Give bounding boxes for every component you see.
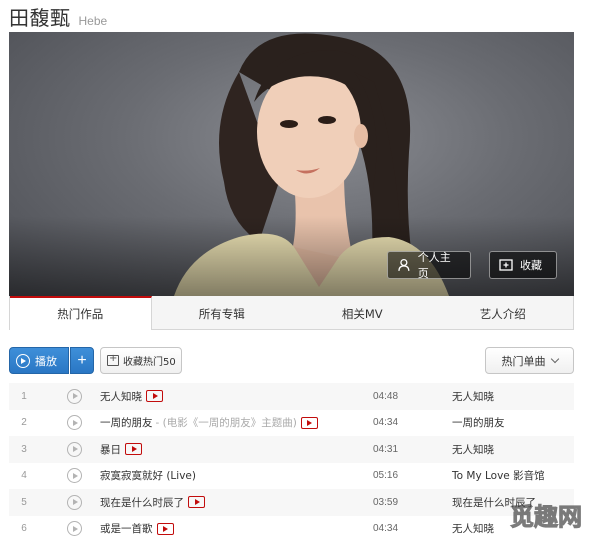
play-icon — [16, 353, 30, 368]
artist-name: 田馥甄 — [9, 6, 71, 30]
song-index: 4 — [21, 470, 27, 482]
song-duration: 04:31 — [373, 443, 399, 455]
folder-add-icon — [499, 259, 513, 271]
song-duration: 04:48 — [373, 390, 399, 402]
artist-tabs: 热门作品 所有专辑 相关MV 艺人介绍 — [9, 296, 574, 330]
song-title-text: 寂寞寂寞就好 (Live) — [100, 470, 196, 483]
play-icon[interactable] — [67, 441, 82, 457]
song-title[interactable]: 寂寞寂寞就好 (Live) — [100, 468, 196, 483]
song-album[interactable]: 无人知晓 — [452, 389, 494, 404]
tab-hot-works[interactable]: 热门作品 — [10, 296, 152, 330]
song-duration: 05:16 — [373, 470, 399, 482]
watermark-logo: 觅趣网 — [510, 503, 583, 532]
song-title-text: 现在是什么时辰了 — [100, 496, 184, 509]
collect-top50-button[interactable]: 收藏热门50 — [100, 347, 182, 374]
song-list: 1 无人知晓 04:48 无人知晓 2 一周的朋友 - (电影《一周的朋友》主题曲) 04:3… — [9, 383, 574, 537]
song-row[interactable]: 2 一周的朋友 - (电影《一周的朋友》主题曲) 04:34 一周的朋友 — [9, 410, 574, 437]
tab-all-albums[interactable]: 所有专辑 — [152, 296, 293, 329]
play-icon[interactable] — [67, 521, 82, 537]
chevron-down-icon — [550, 354, 559, 363]
song-subtitle: - (电影《一周的朋友》主题曲) — [155, 417, 297, 430]
song-index: 3 — [21, 443, 27, 455]
watermark-text: 觅趣网 — [510, 503, 582, 531]
song-title-text: 暴日 — [100, 443, 121, 456]
song-title-text: 无人知晓 — [100, 390, 142, 403]
song-row[interactable]: 1 无人知晓 04:48 无人知晓 — [9, 383, 574, 410]
song-index: 1 — [21, 390, 27, 402]
song-index: 2 — [21, 417, 27, 429]
collect-top50-label: 收藏热门50 — [123, 357, 176, 368]
song-title[interactable]: 暴日 — [100, 442, 142, 457]
song-index: 5 — [21, 496, 27, 508]
tab-related-mv[interactable]: 相关MV — [292, 296, 433, 329]
song-title-text: 或是一首歌 — [100, 523, 153, 536]
play-icon[interactable] — [67, 388, 82, 404]
song-album[interactable]: 一周的朋友 — [452, 415, 505, 430]
song-row[interactable]: 5 现在是什么时辰了 03:59 现在是什么时辰了 — [9, 489, 574, 516]
song-title[interactable]: 无人知晓 — [100, 389, 163, 404]
artist-header: 田馥甄 Hebe — [9, 2, 108, 30]
song-title[interactable]: 一周的朋友 - (电影《一周的朋友》主题曲) — [100, 415, 318, 430]
sort-label: 热门单曲 — [501, 354, 546, 368]
song-duration: 04:34 — [373, 417, 399, 429]
artist-banner: 个人主页 收藏 — [9, 32, 574, 296]
song-index: 6 — [21, 523, 27, 535]
song-title[interactable]: 现在是什么时辰了 — [100, 495, 205, 510]
play-icon[interactable] — [67, 415, 82, 431]
song-row[interactable]: 3 暴日 04:31 无人知晓 — [9, 436, 574, 463]
song-duration: 04:34 — [373, 523, 399, 535]
play-icon[interactable] — [67, 494, 82, 510]
play-all-button[interactable]: 播放 — [9, 347, 69, 374]
tab-artist-intro[interactable]: 艺人介绍 — [433, 296, 574, 329]
artist-alias: Hebe — [78, 14, 108, 28]
artist-home-label: 个人主页 — [417, 251, 451, 280]
folder-add-icon — [107, 353, 119, 366]
song-toolbar: 播放 + 收藏热门50 热门单曲 — [9, 347, 574, 375]
mv-icon[interactable] — [300, 416, 318, 429]
mv-icon[interactable] — [188, 496, 205, 509]
mv-icon[interactable] — [156, 522, 174, 535]
mv-icon[interactable] — [125, 443, 142, 456]
song-album[interactable]: 无人知晓 — [452, 442, 494, 457]
add-to-list-button[interactable]: + — [70, 347, 94, 374]
song-row[interactable]: 6 或是一首歌 04:34 无人知晓 — [9, 516, 574, 537]
mv-icon[interactable] — [146, 390, 163, 403]
favorite-artist-button[interactable]: 收藏 — [489, 251, 557, 279]
song-title[interactable]: 或是一首歌 — [100, 521, 174, 536]
song-title-text: 一周的朋友 — [100, 417, 153, 430]
song-album[interactable]: 无人知晓 — [452, 521, 494, 536]
song-row[interactable]: 4 寂寞寂寞就好 (Live) 05:16 To My Love 影音馆 — [9, 463, 574, 490]
song-album[interactable]: To My Love 影音馆 — [452, 468, 545, 483]
favorite-artist-label: 收藏 — [520, 259, 542, 272]
play-icon[interactable] — [67, 468, 82, 484]
artist-home-button[interactable]: 个人主页 — [387, 251, 471, 280]
sort-dropdown[interactable]: 热门单曲 — [485, 347, 574, 374]
play-all-label: 播放 — [35, 354, 57, 368]
song-duration: 03:59 — [373, 496, 399, 508]
user-icon — [398, 258, 410, 271]
